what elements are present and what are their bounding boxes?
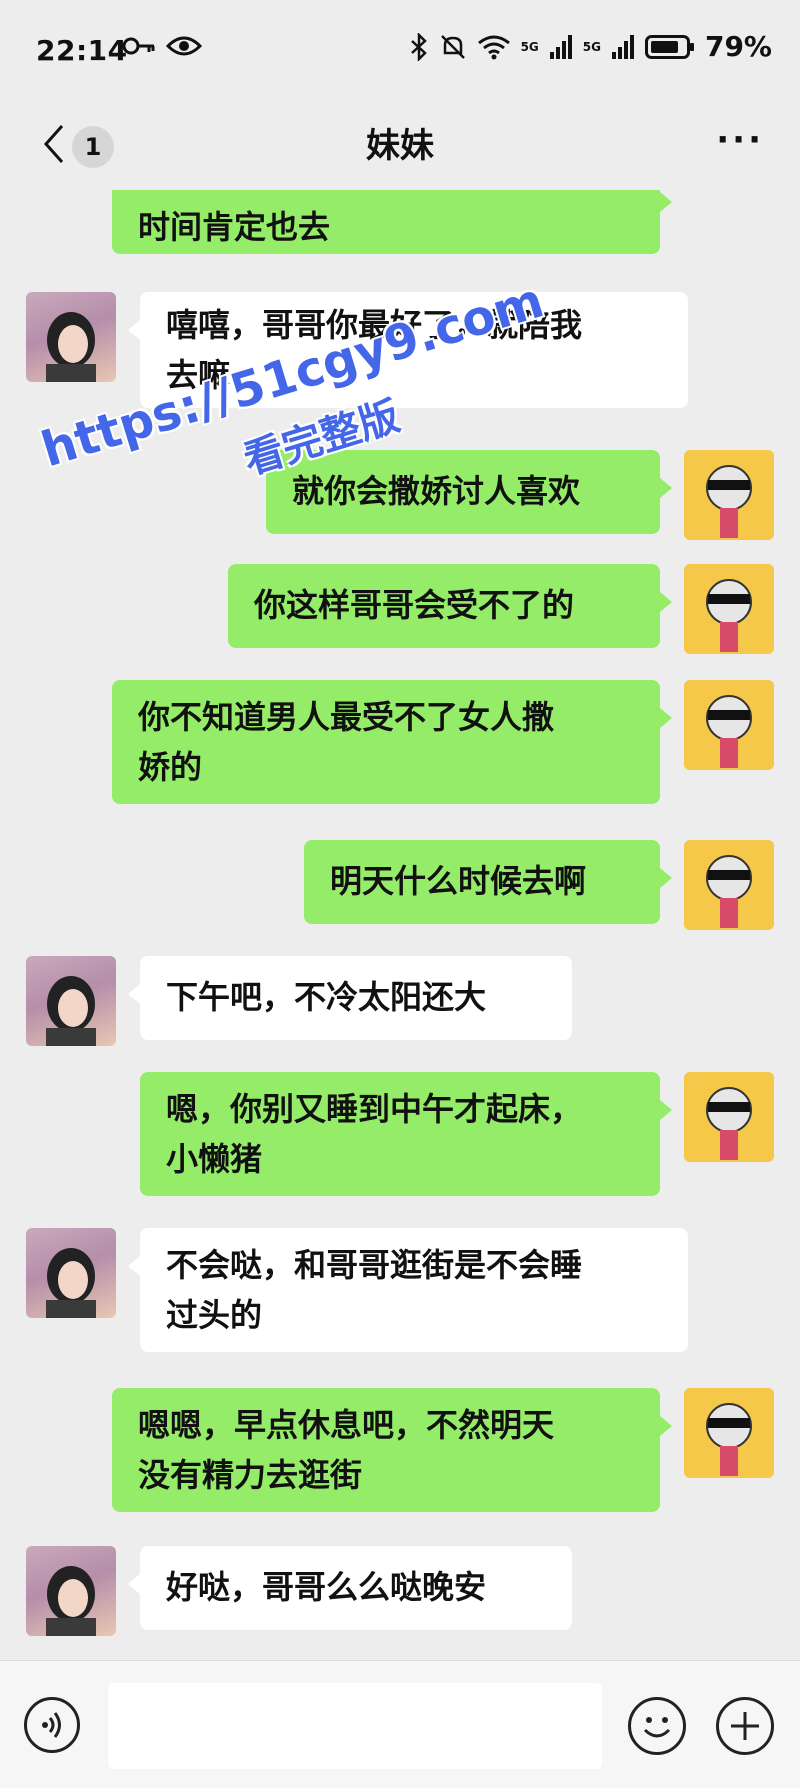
message-bubble-received[interactable]: 嘻嘻，哥哥你最好了，就陪我 去嘛: [128, 292, 688, 408]
mute-icon: [440, 34, 465, 59]
voice-input-button[interactable]: [24, 1697, 80, 1753]
my-avatar[interactable]: [684, 450, 774, 540]
message-bubble-sent[interactable]: 嗯嗯，早点休息吧，不然明天 没有精力去逛街: [112, 1388, 672, 1512]
message-bubble-sent[interactable]: 你不知道男人最受不了女人撒 娇的: [112, 680, 672, 804]
contact-avatar[interactable]: [26, 1546, 116, 1636]
message-text: 嗯嗯，早点休息吧，不然明天 没有精力去逛街: [138, 1406, 555, 1494]
wifi-icon: [477, 35, 510, 59]
contact-avatar[interactable]: [26, 292, 116, 382]
message-bubble-sent[interactable]: 就你会撒娇讨人喜欢: [266, 450, 672, 534]
my-avatar[interactable]: [684, 1072, 774, 1162]
battery-icon: [644, 34, 694, 59]
message-bubble-sent[interactable]: 明天什么时候去啊: [304, 840, 672, 924]
chat-header: 1 妹妹 ···: [0, 100, 800, 190]
network-type-2: 5G: [582, 39, 601, 54]
plus-icon: [731, 1712, 759, 1740]
message-bubble-sent[interactable]: 时间肯定也去: [112, 190, 672, 254]
message-text: 不会哒，和哥哥逛街是不会睡 过头的: [166, 1246, 583, 1334]
my-avatar[interactable]: [684, 840, 774, 930]
message-bubble-received[interactable]: 下午吧，不冷太阳还大: [128, 956, 572, 1040]
status-right-icons: 5G 5G 79%: [409, 30, 772, 63]
message-bubble-sent[interactable]: 你这样哥哥会受不了的: [228, 564, 672, 648]
message-text: 你这样哥哥会受不了的: [254, 586, 575, 624]
status-time: 22:14: [36, 34, 128, 67]
input-bar: [0, 1660, 800, 1788]
message-input[interactable]: [108, 1683, 602, 1769]
signal-icon: [549, 34, 572, 59]
message-text: 好哒，哥哥么么哒晚安: [166, 1568, 487, 1606]
bluetooth-icon: [410, 32, 427, 61]
my-avatar[interactable]: [684, 1388, 774, 1478]
eye-icon: [166, 36, 202, 56]
status-left-icons: [122, 34, 202, 58]
key-icon: [122, 37, 155, 55]
my-avatar[interactable]: [684, 564, 774, 654]
signal-icon: [611, 34, 634, 59]
emoji-icon: [643, 1717, 671, 1738]
message-list[interactable]: 时间肯定也去 嘻嘻，哥哥你最好了，就陪我 去嘛 就你会撒娇讨人喜欢 你这样哥哥会…: [0, 190, 800, 1660]
battery-percentage: 79%: [704, 30, 772, 63]
contact-avatar[interactable]: [26, 1228, 116, 1318]
message-bubble-received[interactable]: 不会哒，和哥哥逛街是不会睡 过头的: [128, 1228, 688, 1352]
contact-avatar[interactable]: [26, 956, 116, 1046]
message-text: 嗯，你别又睡到中午才起床， 小懒猪: [166, 1090, 583, 1178]
message-text: 嘻嘻，哥哥你最好了，就陪我 去嘛: [166, 306, 583, 394]
message-bubble-sent[interactable]: 嗯，你别又睡到中午才起床， 小懒猪: [140, 1072, 672, 1196]
emoji-button[interactable]: [628, 1697, 686, 1755]
more-options-button[interactable]: ···: [716, 120, 764, 160]
message-text: 就你会撒娇讨人喜欢: [292, 472, 581, 510]
more-features-button[interactable]: [716, 1697, 774, 1755]
voice-icon: [42, 1712, 61, 1738]
message-text: 你不知道男人最受不了女人撒 娇的: [138, 698, 555, 786]
message-text: 时间肯定也去: [138, 208, 331, 246]
my-avatar[interactable]: [684, 680, 774, 770]
status-bar: 22:14 5G 5G 79%: [0, 0, 800, 100]
chat-title: 妹妹: [366, 126, 434, 166]
message-text: 明天什么时候去啊: [330, 862, 587, 900]
network-type-1: 5G: [520, 39, 539, 54]
message-text: 下午吧，不冷太阳还大: [166, 978, 487, 1016]
message-bubble-received[interactable]: 好哒，哥哥么么哒晚安: [128, 1546, 572, 1630]
